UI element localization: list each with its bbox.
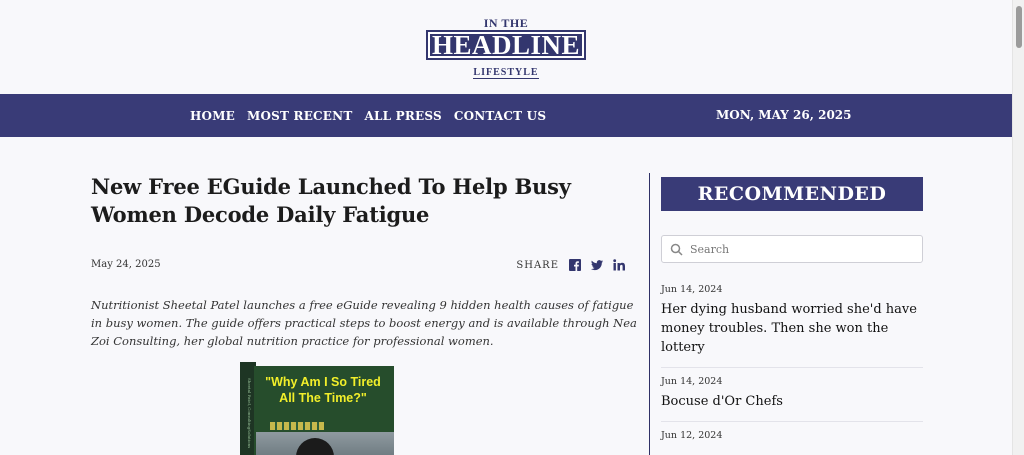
column-divider — [649, 173, 650, 455]
logo-main-text: HEADLINE — [426, 30, 587, 60]
recommended-item: Jun 12, 2024 — [661, 422, 923, 453]
recommended-item: Jun 14, 2024 Bocuse d'Or Chefs — [661, 368, 923, 422]
recommended-item-date: Jun 12, 2024 — [661, 430, 723, 441]
recommended-item-date: Jun 14, 2024 — [661, 376, 723, 387]
logo-top-text: IN THE — [483, 16, 529, 30]
book-spine-text: Sheetal Patel, ConsultingSolutions — [247, 378, 252, 449]
book-cover-figure — [296, 438, 334, 455]
book-cover-strip — [270, 422, 324, 430]
book-cover-photo — [256, 432, 394, 455]
recommended-list: Jun 14, 2024 Her dying husband worried s… — [661, 277, 923, 453]
facebook-icon[interactable] — [569, 259, 581, 271]
linkedin-icon[interactable] — [613, 259, 625, 271]
share-bar: SHARE — [516, 256, 625, 274]
recommended-item-title[interactable]: Bocuse d'Or Chefs — [661, 392, 923, 411]
page-scrollbar[interactable] — [1012, 0, 1024, 455]
nav-link-contact-us[interactable]: CONTACT US — [454, 109, 546, 123]
article-summary: Nutritionist Sheetal Patel launches a fr… — [91, 298, 637, 348]
article-date: May 24, 2025 — [91, 259, 161, 270]
nav-link-most-recent[interactable]: MOST RECENT — [247, 109, 352, 123]
current-date: MON, MAY 26, 2025 — [716, 108, 852, 122]
search-box — [661, 235, 923, 263]
recommended-item-title[interactable]: Her dying husband worried she'd have mon… — [661, 300, 923, 357]
share-label: SHARE — [516, 259, 559, 271]
article: New Free EGuide Launched To Help Busy Wo… — [91, 173, 639, 350]
twitter-icon[interactable] — [591, 259, 603, 271]
recommended-item: Jun 14, 2024 Her dying husband worried s… — [661, 277, 923, 368]
book-cover-title: "Why Am I So Tired All The Time?" — [265, 375, 381, 405]
recommended-heading: RECOMMENDED — [661, 177, 923, 211]
site-header: IN THE HEADLINE LIFESTYLE — [0, 0, 1012, 94]
search-input[interactable] — [690, 239, 915, 259]
nav-links: HOME MOST RECENT ALL PRESS CONTACT US — [190, 94, 546, 137]
logo-bottom-text: LIFESTYLE — [473, 67, 539, 79]
scrollbar-thumb[interactable] — [1016, 6, 1022, 48]
main-nav: HOME MOST RECENT ALL PRESS CONTACT US MO… — [0, 94, 1012, 137]
sidebar: RECOMMENDED Jun 14, 2024 Her dying husba… — [661, 177, 923, 453]
recommended-item-date: Jun 14, 2024 — [661, 284, 723, 295]
article-title: New Free EGuide Launched To Help Busy Wo… — [91, 174, 571, 227]
ebook-cover-image: Sheetal Patel, ConsultingSolutions "Why … — [240, 360, 394, 455]
nav-link-all-press[interactable]: ALL PRESS — [364, 109, 441, 123]
nav-link-home[interactable]: HOME — [190, 109, 235, 123]
search-icon — [670, 243, 683, 256]
site-logo[interactable]: IN THE HEADLINE LIFESTYLE — [426, 16, 587, 94]
article-meta: May 24, 2025 SHARE — [91, 256, 639, 274]
